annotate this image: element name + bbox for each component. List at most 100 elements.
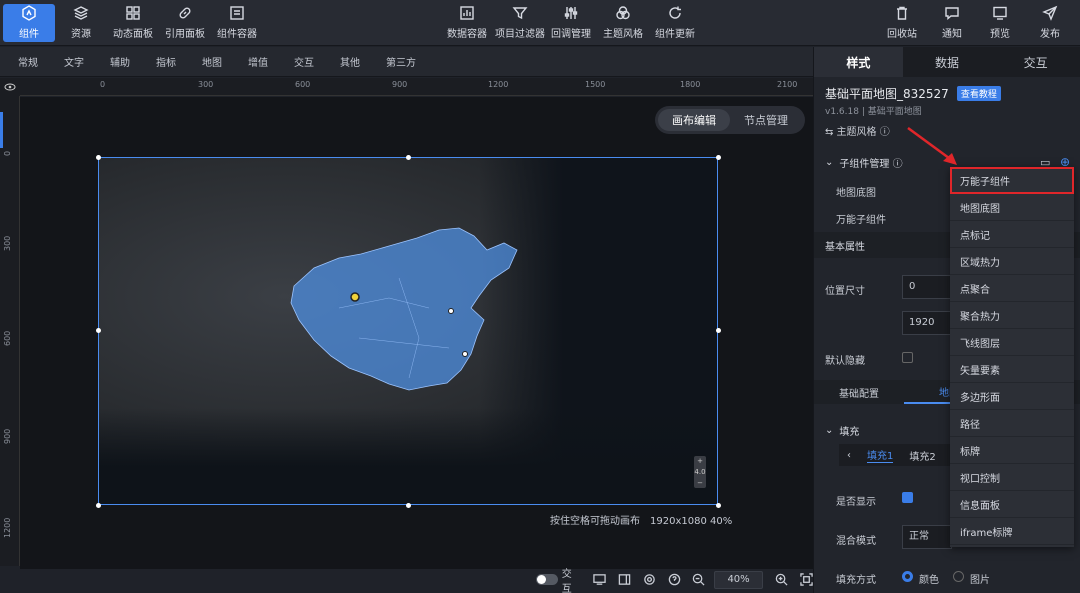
child-item-universal[interactable]: 万能子组件: [836, 211, 886, 226]
child-item-basemap[interactable]: 地图底图: [836, 184, 876, 199]
resize-handle[interactable]: [96, 503, 101, 508]
chevron-down-icon: ⌄: [825, 156, 834, 168]
category-map[interactable]: 地图: [202, 54, 222, 69]
toolbar-ref-panel-button[interactable]: 引用面板: [162, 4, 208, 42]
toolbar-trash-button[interactable]: 回收站: [884, 4, 920, 42]
dropdown-item-polygon[interactable]: 多边形面: [950, 383, 1074, 410]
property-tabs: 样式 数据 交互: [814, 47, 1080, 77]
category-third-party[interactable]: 第三方: [386, 54, 416, 69]
resize-handle[interactable]: [96, 328, 101, 333]
filter-icon: [511, 4, 529, 22]
toolbar-notify-button[interactable]: 通知: [936, 4, 968, 42]
gear-icon[interactable]: [642, 573, 656, 587]
ruler-tick: 1200: [3, 517, 12, 538]
fill-color-radio[interactable]: [902, 571, 913, 582]
view-tutorial-button[interactable]: 查看教程: [956, 86, 1001, 101]
tab-interaction[interactable]: 交互: [991, 47, 1080, 77]
zoom-level-input[interactable]: 40%: [713, 570, 764, 589]
tab-canvas-edit[interactable]: 画布编辑: [658, 109, 730, 131]
ruler-tick: 300: [198, 80, 214, 89]
resize-handle[interactable]: [96, 155, 101, 160]
message-icon: [943, 4, 961, 22]
add-child-dropdown: 万能子组件 地图底图 点标记 区域热力 点聚合 聚合热力 飞线图层 矢量要素 多…: [950, 167, 1074, 547]
fill-image-radio[interactable]: [953, 571, 964, 582]
dropdown-item-basemap[interactable]: 地图底图: [950, 194, 1074, 221]
canvas-mode-switch: 画布编辑 节点管理: [655, 106, 805, 134]
ruler-tick: 0: [3, 150, 12, 156]
tab-fill-1[interactable]: 填充1: [867, 447, 894, 463]
tab-style[interactable]: 样式: [814, 47, 903, 77]
category-text[interactable]: 文字: [64, 54, 84, 69]
dropdown-item-flyline[interactable]: 飞线图层: [950, 329, 1074, 356]
dropdown-item-region-heat[interactable]: 区域热力: [950, 248, 1074, 275]
blend-mode-select[interactable]: 正常: [902, 525, 952, 549]
tab-node-manage[interactable]: 节点管理: [730, 109, 802, 131]
canvas-hint: 按住空格可拖动画布 1920x1080 40%: [550, 516, 733, 527]
map-component[interactable]: [98, 157, 718, 505]
toolbar-filter-button[interactable]: 项目过滤器: [494, 4, 546, 42]
resize-handle[interactable]: [716, 155, 721, 160]
zoom-in-icon[interactable]: [774, 573, 788, 587]
trash-icon: [893, 4, 911, 22]
default-hidden-checkbox[interactable]: [902, 352, 913, 363]
ruler-tick: 2100: [777, 80, 798, 89]
dropdown-item-point-cluster[interactable]: 点聚合: [950, 275, 1074, 302]
ruler-guide-marker: [0, 112, 3, 148]
ruler-eye-toggle[interactable]: [0, 78, 20, 96]
toolbar-theme-button[interactable]: 主题风格: [602, 4, 644, 42]
toolbar-callback-button[interactable]: 回调管理: [550, 4, 592, 42]
toolbar-data-container-button[interactable]: 数据容器: [444, 4, 490, 42]
toggle-switch[interactable]: [536, 574, 558, 585]
tab-basic-config[interactable]: 基础配置: [814, 380, 904, 404]
screen-icon[interactable]: [593, 573, 607, 587]
chevron-down-icon: ⌄: [825, 424, 834, 436]
toolbar-component-button[interactable]: 组件: [3, 4, 55, 42]
resize-handle[interactable]: [716, 328, 721, 333]
toolbar-container-button[interactable]: 组件容器: [214, 4, 260, 42]
category-indicator[interactable]: 指标: [156, 54, 176, 69]
blend-mode-label: 混合模式: [836, 536, 876, 547]
toolbar-publish-button[interactable]: 发布: [1034, 4, 1066, 42]
category-interaction[interactable]: 交互: [294, 54, 314, 69]
map-zoom-control[interactable]: +4.0−: [694, 456, 706, 488]
category-general[interactable]: 常规: [18, 54, 38, 69]
dropdown-item-sign[interactable]: 标牌: [950, 437, 1074, 464]
resize-handle[interactable]: [716, 503, 721, 508]
palette-icon: [614, 4, 632, 22]
panel-icon[interactable]: [617, 573, 631, 587]
tab-data[interactable]: 数据: [903, 47, 992, 77]
fit-screen-icon[interactable]: [799, 573, 813, 587]
theme-style-link[interactable]: ⇆ 主题风格 ⓘ: [825, 123, 890, 138]
dropdown-item-info-panel[interactable]: 信息面板: [950, 491, 1074, 518]
dropdown-item-viewport[interactable]: 视口控制: [950, 464, 1074, 491]
dropdown-item-vector[interactable]: 矢量要素: [950, 356, 1074, 383]
dropdown-item-universal[interactable]: 万能子组件: [950, 167, 1074, 194]
dropdown-item-point-marker[interactable]: 点标记: [950, 221, 1074, 248]
category-assist[interactable]: 辅助: [110, 54, 130, 69]
dropdown-item-iframe[interactable]: iframe标牌: [950, 518, 1074, 545]
category-value-added[interactable]: 增值: [248, 54, 268, 69]
grid-icon: [124, 4, 142, 22]
toolbar-update-button[interactable]: 组件更新: [654, 4, 696, 42]
tab-fill-2[interactable]: 填充2: [909, 448, 935, 463]
toolbar-dynamic-panel-button[interactable]: 动态面板: [110, 4, 156, 42]
pos-x-input[interactable]: 0: [902, 275, 952, 299]
is-show-checkbox[interactable]: [902, 492, 913, 503]
layers-icon: [72, 4, 90, 22]
interaction-toggle[interactable]: 交互: [536, 565, 582, 593]
toolbar-preview-button[interactable]: 预览: [984, 4, 1016, 42]
dropdown-item-cluster-heat[interactable]: 聚合热力: [950, 302, 1074, 329]
width-input[interactable]: 1920: [902, 311, 952, 335]
link-icon: [176, 4, 194, 22]
category-other[interactable]: 其他: [340, 54, 360, 69]
chevron-left-icon[interactable]: ‹: [847, 450, 851, 461]
ruler-tick: 300: [3, 235, 12, 251]
zoom-out-icon[interactable]: [692, 573, 706, 587]
china-region: [290, 227, 518, 391]
toolbar-resource-button[interactable]: 资源: [60, 4, 102, 42]
resize-handle[interactable]: [406, 155, 411, 160]
help-icon[interactable]: [667, 573, 681, 587]
resize-handle[interactable]: [406, 503, 411, 508]
dropdown-item-path[interactable]: 路径: [950, 410, 1074, 437]
is-show-label: 是否显示: [836, 497, 876, 508]
